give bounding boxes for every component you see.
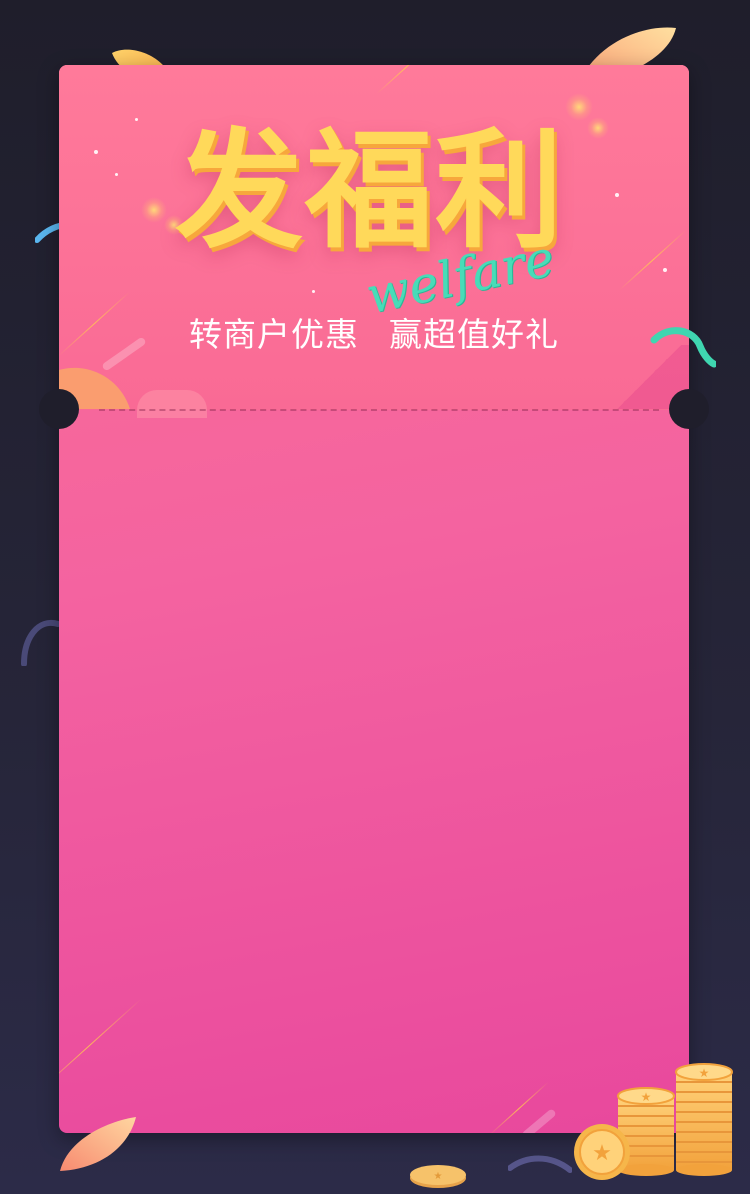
coin-icon: ★ <box>410 1165 466 1188</box>
ribbon-icon <box>508 1155 572 1173</box>
light-streak <box>521 1108 557 1133</box>
sparkle-icon <box>615 193 619 197</box>
ticket-notch-left <box>39 389 79 429</box>
subtitle-part1: 转商户优惠 <box>189 315 359 354</box>
subtitle: 转商户优惠 赢超值好礼 <box>59 308 689 356</box>
sparkle-icon <box>663 268 667 272</box>
leaf-icon <box>60 1117 136 1171</box>
svg-text:★: ★ <box>592 1141 612 1166</box>
sparkle-icon <box>135 118 138 121</box>
coin-stack-icon: ★ ★ ★ <box>574 1063 733 1180</box>
ribbon-icon <box>21 619 60 666</box>
sparkle-icon <box>115 173 118 176</box>
sparkle-icon <box>587 117 609 139</box>
cloud-shape <box>137 390 207 418</box>
ticket-perforation <box>99 409 659 411</box>
svg-text:★: ★ <box>641 1090 652 1104</box>
ticket-notch-right <box>669 389 709 429</box>
sparkle-icon <box>94 150 98 154</box>
ribbon-icon <box>650 327 716 368</box>
svg-text:★: ★ <box>699 1066 710 1080</box>
subtitle-part2: 赢超值好礼 <box>389 315 559 354</box>
sparkle-line <box>59 998 143 1096</box>
svg-text:★: ★ <box>434 1171 443 1182</box>
sparkle-icon <box>312 290 315 293</box>
